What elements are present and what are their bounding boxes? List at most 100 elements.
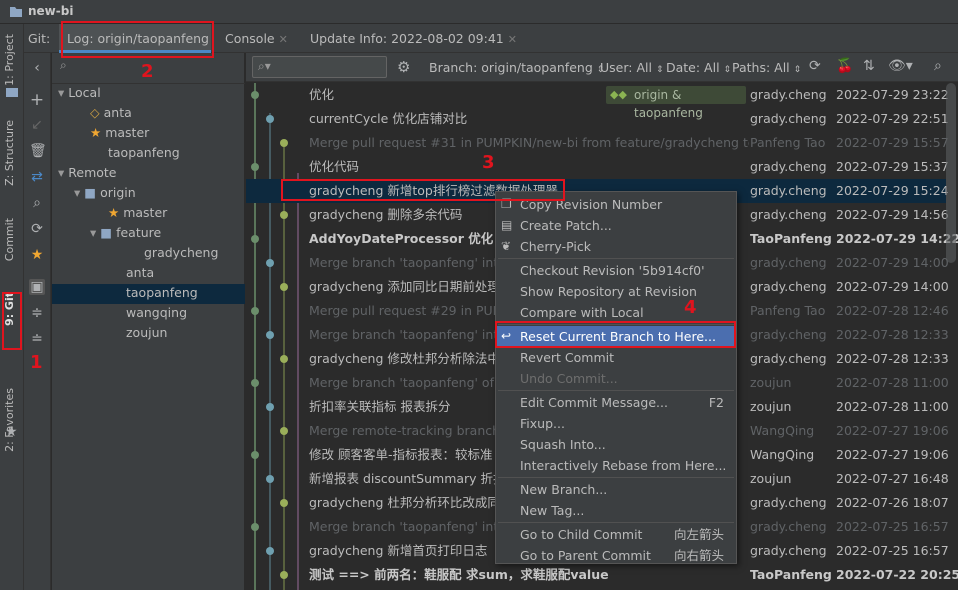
tree-local[interactable]: ▾ Local xyxy=(58,83,101,103)
close-icon[interactable]: ✕ xyxy=(279,33,288,46)
menu-item[interactable]: Show Repository at Revision xyxy=(496,281,736,302)
commit-date: 2022-07-25 16:57 xyxy=(836,519,949,534)
tree-origin[interactable]: ▾ ■ origin xyxy=(74,183,136,203)
menu-separator xyxy=(498,390,734,391)
branch-tag-label: origin & taopanfeng xyxy=(634,88,703,120)
close-icon[interactable]: ✕ xyxy=(508,33,517,46)
table-row[interactable]: 测试 ==> 前两名：鞋服配 求sum，求鞋服配value TaoPanfeng 2… xyxy=(246,563,958,587)
table-row[interactable]: currentCycle 优化店铺对比 grady.cheng 2022-07-29… xyxy=(246,107,949,131)
menu-separator xyxy=(498,258,734,259)
search-icon[interactable]: ⌕ xyxy=(29,195,45,211)
merge-icon[interactable]: ⇄ xyxy=(29,169,45,185)
paths-filter[interactable]: Paths: All ⇕ xyxy=(732,60,801,75)
user-filter[interactable]: User: All ⇕ xyxy=(600,60,663,75)
branch-origin-wangqing[interactable]: wangqing xyxy=(126,303,187,323)
refresh-icon[interactable]: ⟳ xyxy=(29,221,45,237)
menu-item[interactable]: ▤ Create Patch... xyxy=(496,215,736,236)
branch-origin-taopanfeng[interactable]: taopanfeng xyxy=(126,283,198,303)
date-filter-label: Date: All xyxy=(666,60,720,75)
expand-all-icon[interactable]: ≑ xyxy=(29,305,45,321)
branch-filter[interactable]: Branch: origin/taopanfeng ⇕ xyxy=(429,60,604,75)
branch-local-master[interactable]: ★ master xyxy=(90,123,149,143)
commit-author: grady.cheng xyxy=(750,111,827,126)
annotation-number: 2 xyxy=(141,61,154,82)
add-icon[interactable]: + xyxy=(29,92,45,109)
branch-origin-anta[interactable]: anta xyxy=(126,263,154,283)
eye-icon[interactable]: 👁▾ xyxy=(888,58,913,74)
annotation-number: 3 xyxy=(482,152,495,173)
commit-date: 2022-07-27 19:06 xyxy=(836,423,949,438)
log-scrollbar[interactable] xyxy=(946,83,956,263)
annotation-box-commit xyxy=(281,179,565,201)
window-title: new-bi xyxy=(28,4,74,18)
menu-item[interactable]: Squash Into... xyxy=(496,434,736,455)
commit-date: 2022-07-26 18:07 xyxy=(836,495,949,510)
tree-feature[interactable]: ▾ ■ feature xyxy=(90,223,161,243)
menu-item[interactable]: New Tag... xyxy=(496,500,736,521)
menu-item[interactable]: Compare with Local xyxy=(496,302,736,323)
menu-item[interactable]: Checkout Revision '5b914cf0' xyxy=(496,260,736,281)
commit-author: WangQing xyxy=(750,447,815,462)
branch-local-taopanfeng[interactable]: taopanfeng xyxy=(108,143,180,163)
commit-date: 2022-07-28 11:00 xyxy=(836,375,949,390)
menu-separator xyxy=(498,522,734,523)
tab-update-info[interactable]: Update Info: 2022-08-02 09:41 ✕ xyxy=(310,31,517,46)
star-icon[interactable]: ★ xyxy=(29,247,45,263)
commit-author: zoujun xyxy=(750,471,792,486)
branch-origin-master[interactable]: ★ master xyxy=(108,203,167,223)
commit-tab-label: Commit xyxy=(3,218,16,262)
annotation-number: 1 xyxy=(30,352,43,373)
branch-label: master xyxy=(105,125,150,140)
tree-remote-label: Remote xyxy=(68,165,117,180)
menu-item[interactable]: ❦ Cherry-Pick xyxy=(496,236,736,257)
collapse-all-icon[interactable]: ≐ xyxy=(29,331,45,347)
branch-label: taopanfeng xyxy=(126,285,198,300)
tab-console[interactable]: Console ✕ xyxy=(225,31,288,46)
gear-icon[interactable]: ⚙ xyxy=(397,58,410,76)
tree-remote[interactable]: ▾ Remote xyxy=(58,163,117,183)
annotation-box-git-tab xyxy=(2,292,22,350)
table-row[interactable]: Merge pull request #31 in PUMPKIN/new-bi… xyxy=(246,131,949,155)
patch-icon: ▤ xyxy=(501,218,513,232)
branch-origin-zoujun[interactable]: zoujun xyxy=(126,323,167,343)
menu-item[interactable]: Fixup... xyxy=(496,413,736,434)
table-row[interactable]: 优化代码 grady.cheng 2022-07-29 15:37 xyxy=(246,155,949,179)
favorites-tab[interactable]: 2: Favorites xyxy=(3,388,16,452)
commit-tab[interactable]: Commit xyxy=(3,218,16,261)
commit-date: 2022-07-29 14:56 xyxy=(836,207,949,222)
expand-arrow-icon: ▾ xyxy=(74,185,81,200)
arrow-down-left-icon[interactable]: ↙ xyxy=(29,117,45,133)
log-search-input[interactable]: ⌕▾ xyxy=(252,56,387,78)
group-by-directory-icon[interactable]: ▣ xyxy=(29,279,45,295)
menu-item[interactable]: Go to Parent Commit 向右箭头 xyxy=(496,545,736,566)
menu-item-label: Checkout Revision '5b914cf0' xyxy=(520,263,705,278)
tag-icon: ◆◆ xyxy=(610,88,627,101)
structure-tab[interactable]: Z: Structure xyxy=(3,120,16,186)
branch-label: zoujun xyxy=(126,325,168,340)
menu-item[interactable]: New Branch... xyxy=(496,479,736,500)
date-filter[interactable]: Date: All ⇕ xyxy=(666,60,731,75)
menu-item-label: New Tag... xyxy=(520,503,585,518)
commit-author: grady.cheng xyxy=(750,87,827,102)
menu-item[interactable]: Interactively Rebase from Here... xyxy=(496,455,736,476)
refresh-icon[interactable]: ⟳ xyxy=(809,58,821,74)
menu-item[interactable]: Go to Child Commit 向左箭头 xyxy=(496,524,736,545)
branch-local-anta[interactable]: ◇ anta xyxy=(90,103,132,123)
branch-feature-gradycheng[interactable]: gradycheng xyxy=(144,243,218,263)
project-tab[interactable]: 1: Project xyxy=(3,34,16,86)
delete-icon[interactable]: 🗑 xyxy=(29,143,47,159)
branch-label: master xyxy=(123,205,168,220)
table-row[interactable]: 优化 grady.cheng 2022-07-29 23:22 xyxy=(246,83,949,107)
cherry-pick-icon[interactable]: 🍒 xyxy=(836,58,853,74)
sort-icon[interactable]: ⇅ xyxy=(863,58,875,74)
commit-author: TaoPanfeng xyxy=(750,567,832,582)
commit-author: WangQing xyxy=(750,423,815,438)
search-icon[interactable]: ⌕ xyxy=(60,58,76,74)
favorites-star-icon: ★ xyxy=(5,424,18,440)
commit-author: grady.cheng xyxy=(750,207,827,222)
star-icon: ★ xyxy=(108,205,120,220)
chevron-left-icon[interactable]: ‹ xyxy=(29,60,45,76)
menu-item[interactable]: Revert Commit xyxy=(496,347,736,368)
menu-item[interactable]: Edit Commit Message... F2 xyxy=(496,392,736,413)
search-icon[interactable]: ⌕ xyxy=(934,58,942,74)
